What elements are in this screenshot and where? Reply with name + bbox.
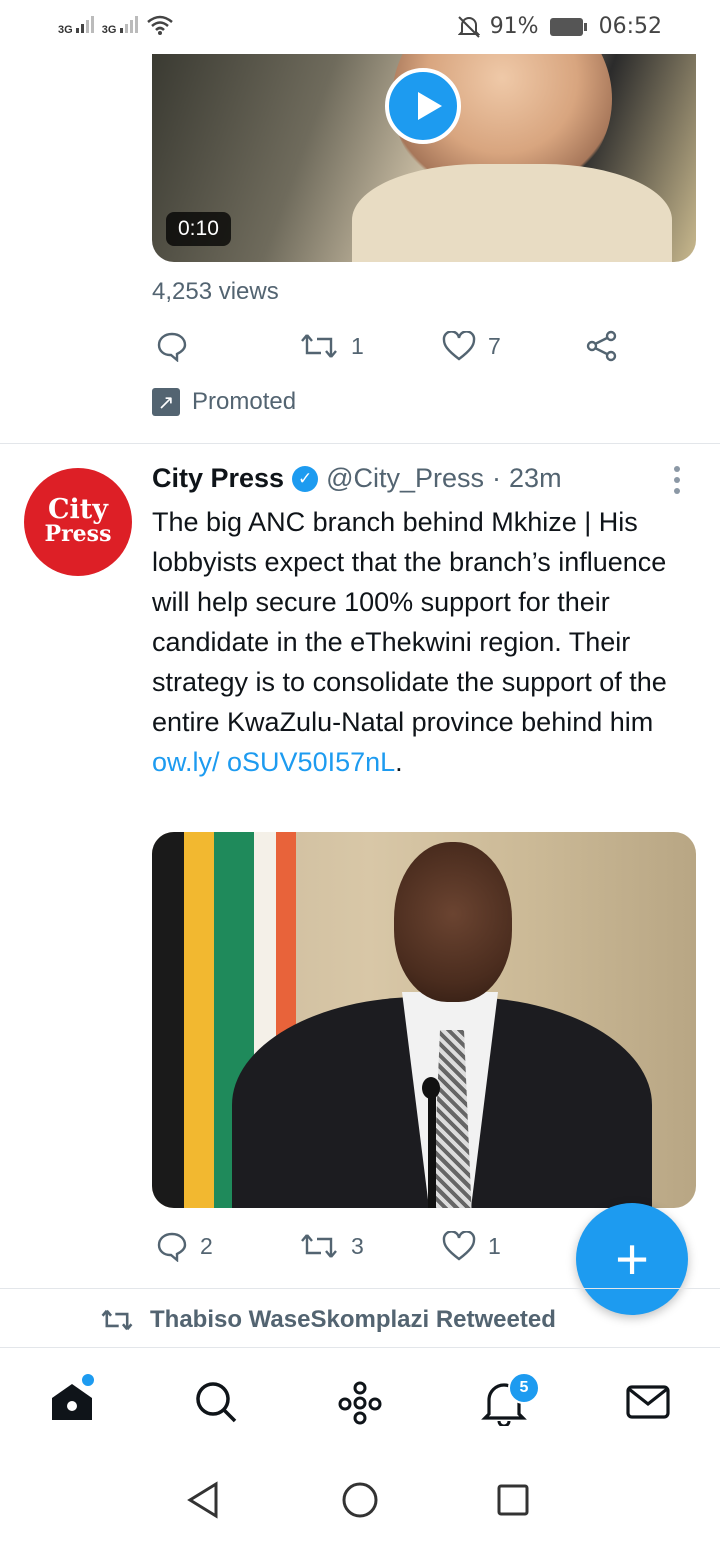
photo-microphone [422, 1077, 440, 1208]
like-button[interactable]: 1 [442, 1231, 585, 1261]
mute-bell-icon [457, 15, 480, 38]
signal-bars-icon [119, 15, 138, 33]
nav-home[interactable] [48, 1372, 96, 1426]
heart-icon [442, 331, 476, 361]
home-unread-dot [80, 1372, 96, 1388]
battery-icon [549, 17, 587, 36]
back-icon[interactable] [186, 1481, 222, 1519]
battery-percent: 91% [489, 14, 539, 39]
retweeted-by[interactable]: Thabiso WaseSkomplazi Retweeted [100, 1306, 556, 1334]
verified-badge-icon: ✓ [292, 465, 319, 492]
divider [0, 443, 720, 444]
handle[interactable]: @City_Press [326, 463, 484, 494]
view-count: 4,253 views [152, 278, 279, 305]
compose-tweet-button[interactable]: + [576, 1203, 688, 1315]
retweet-button[interactable]: 1 [299, 331, 442, 361]
retweet-button[interactable]: 3 [299, 1231, 442, 1261]
notifications-badge: 5 [508, 1372, 540, 1404]
video-duration: 0:10 [166, 212, 231, 246]
like-button[interactable]: 7 [442, 331, 585, 361]
reply-icon [157, 1232, 187, 1262]
more-options-icon[interactable] [674, 466, 680, 494]
nav-notifications[interactable]: 5 [480, 1372, 540, 1428]
status-right: 91% 06:52 [457, 14, 662, 39]
signal-bars-icon [75, 15, 94, 33]
signal-indicators: 3G 3G [58, 14, 174, 36]
spaces-icon [338, 1381, 382, 1425]
reply-button[interactable]: 2 [156, 1230, 299, 1262]
status-bar: 3G 3G 91% 06:52 [0, 0, 720, 54]
video-thumbnail-shirt [352, 164, 672, 262]
promoted-arrow-icon: ↗ [152, 388, 180, 416]
flag-stripe-black [152, 832, 184, 1208]
share-button[interactable] [585, 330, 720, 362]
clock: 06:52 [598, 14, 662, 39]
signal-1: 3G [58, 15, 94, 36]
separator: · [492, 463, 502, 493]
play-icon[interactable] [385, 68, 461, 144]
tweet-text: The big ANC branch behind Mkhize | His l… [152, 507, 667, 777]
tweet-header: City Press ✓ @City_Press · 23m [152, 463, 562, 494]
divider [0, 1288, 720, 1289]
retweet-icon [301, 334, 337, 358]
bottom-nav: 5 [0, 1347, 720, 1458]
nav-messages[interactable] [624, 1378, 672, 1426]
photo-head [394, 842, 512, 1002]
compose-plus-icon: + [615, 1226, 649, 1292]
nav-spaces[interactable] [336, 1378, 384, 1426]
nav-search[interactable] [192, 1378, 240, 1426]
home-circle-icon[interactable] [341, 1481, 379, 1519]
tweet-actions: 2 3 1 [156, 1230, 585, 1262]
heart-icon [442, 1231, 476, 1261]
tweet-time[interactable]: 23m [509, 463, 562, 494]
search-icon [196, 1382, 237, 1423]
system-nav-bar [0, 1457, 720, 1541]
promoted-video[interactable]: 0:10 [152, 54, 696, 262]
display-name[interactable]: City Press [152, 463, 284, 494]
reply-button[interactable] [156, 330, 299, 362]
promoted-actions: 1 7 [156, 330, 720, 362]
tweet-photo[interactable] [152, 832, 696, 1208]
retweet-icon [301, 1234, 337, 1258]
tweet-link[interactable]: ow.ly/ oSUV50I57nL [152, 747, 395, 777]
messages-icon [626, 1385, 670, 1419]
retweet-icon [101, 1309, 133, 1331]
reply-icon [157, 332, 187, 362]
flag-stripe-gold [184, 832, 214, 1208]
signal-2: 3G [102, 15, 138, 36]
recents-icon[interactable] [496, 1483, 530, 1517]
wifi-icon [146, 15, 173, 35]
promoted-indicator: ↗ Promoted [152, 388, 296, 416]
avatar[interactable]: City Press [24, 468, 132, 576]
share-icon [586, 330, 617, 362]
